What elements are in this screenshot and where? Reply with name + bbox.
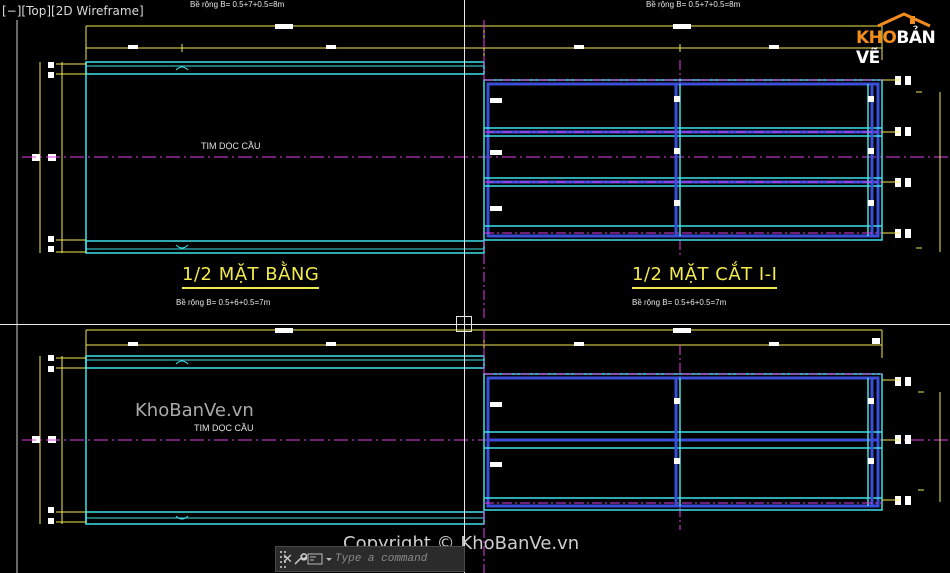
top-width-dim-right: Bề rộng B= 0.5+7+0.5=8m bbox=[646, 0, 741, 9]
cursor-pickbox bbox=[456, 316, 472, 332]
command-input[interactable] bbox=[332, 549, 484, 569]
wrench-icon[interactable] bbox=[293, 549, 307, 569]
viewport-controls-label[interactable]: [−][Top][2D Wireframe] bbox=[2, 4, 144, 18]
axis-label-top: TIM DỌC CẦU bbox=[201, 141, 261, 151]
command-line-bar: ✕ bbox=[275, 546, 484, 572]
sub-width-right: Bề rộng B= 0.5+6+0.5=7m bbox=[632, 298, 727, 307]
logo-wordmark: KHOBẢN VẼ bbox=[856, 28, 936, 68]
plan-title-left: 1/2 MẶT BẰNG bbox=[182, 266, 320, 289]
axis-label-bottom: TIM DỌC CẦU bbox=[194, 423, 254, 433]
khobanve-logo: KHOBẢN VẼ bbox=[848, 12, 942, 68]
cursor-crosshair-vertical bbox=[464, 0, 465, 573]
cursor-crosshair-horizontal bbox=[0, 324, 950, 325]
section-title-right: 1/2 MẶT CẮT I-I bbox=[632, 266, 778, 289]
close-icon[interactable]: ✕ bbox=[282, 549, 293, 569]
drawing-canvas[interactable] bbox=[0, 0, 950, 573]
model-space-viewport[interactable]: [−][Top][2D Wireframe] Bề rộng B= 0.5+7+… bbox=[0, 0, 950, 573]
sub-width-left: Bề rộng B= 0.5+6+0.5=7m bbox=[176, 298, 271, 307]
top-plan-view bbox=[22, 20, 950, 320]
watermark-text: KhoBanVe.vn bbox=[135, 400, 254, 421]
command-prompt-icon[interactable] bbox=[307, 549, 333, 569]
top-width-dim-left: Bề rộng B= 0.5+7+0.5=8m bbox=[190, 0, 285, 9]
